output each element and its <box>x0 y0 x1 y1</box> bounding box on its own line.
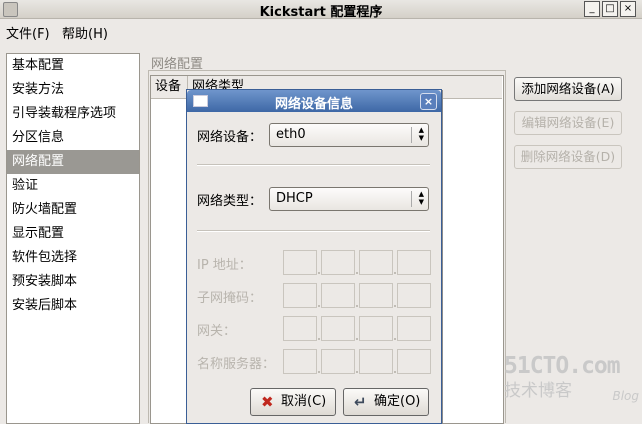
octet-dot <box>356 272 358 274</box>
sidebar-item-packages[interactable]: 软件包选择 <box>7 246 139 270</box>
dialog-close-icon[interactable]: × <box>420 93 437 110</box>
netmask-octet-3[interactable] <box>359 283 393 308</box>
sidebar-item-pre-script[interactable]: 预安装脚本 <box>7 270 139 294</box>
octet-dot <box>318 305 320 307</box>
octet-dot <box>394 272 396 274</box>
sidebar-item-basic[interactable]: 基本配置 <box>7 54 139 78</box>
ip-address-label: IP 地址： <box>197 258 252 273</box>
octet-dot <box>318 272 320 274</box>
combo-separator <box>411 191 412 207</box>
maximize-button[interactable]: □ <box>602 1 618 17</box>
network-type-value: DHCP <box>276 191 313 206</box>
ok-button-label: 确定(O) <box>374 394 421 409</box>
menu-file[interactable]: 文件(F) <box>6 23 50 42</box>
netmask-octet-1[interactable] <box>283 283 317 308</box>
menu-help[interactable]: 帮助(H) <box>62 23 108 42</box>
netmask-label: 子网掩码： <box>197 291 263 306</box>
divider <box>197 230 430 232</box>
ok-button[interactable]: ↵ 确定(O) <box>343 388 429 416</box>
cancel-button[interactable]: ✖ 取消(C) <box>250 388 336 416</box>
octet-dot <box>394 338 396 340</box>
sidebar-item-display[interactable]: 显示配置 <box>7 222 139 246</box>
sidebar-item-install-method[interactable]: 安装方法 <box>7 78 139 102</box>
nameserver-octet-1[interactable] <box>283 349 317 374</box>
device-label: 网络设备： <box>197 130 263 145</box>
combo-separator <box>411 127 412 143</box>
octet-dot <box>356 338 358 340</box>
delete-network-device-button[interactable]: 删除网络设备(D) <box>514 145 622 169</box>
window-title: Kickstart 配置程序 <box>259 5 383 20</box>
gateway-label: 网关： <box>197 324 237 339</box>
gateway-octet-2[interactable] <box>321 316 355 341</box>
ip-octet-1[interactable] <box>283 250 317 275</box>
sidebar-item-bootloader[interactable]: 引导装载程序选项 <box>7 102 139 126</box>
network-device-dialog: 网络设备信息 × 网络设备： eth0 ▲ ▼ 网络类型： DHCP ▲ ▼ IP … <box>186 89 442 424</box>
updown-arrows-icon: ▲ ▼ <box>418 190 424 206</box>
dialog-title: 网络设备信息 <box>274 97 353 112</box>
octet-dot <box>394 371 396 373</box>
device-combobox[interactable]: eth0 ▲ ▼ <box>269 123 429 147</box>
ip-octet-3[interactable] <box>359 250 393 275</box>
octet-dot <box>356 371 358 373</box>
nameserver-octet-3[interactable] <box>359 349 393 374</box>
sidebar-item-partition[interactable]: 分区信息 <box>7 126 139 150</box>
octet-dot <box>318 338 320 340</box>
ok-arrow-icon: ↵ <box>354 393 367 411</box>
sidebar-item-post-script[interactable]: 安装后脚本 <box>7 294 139 318</box>
octet-dot <box>394 305 396 307</box>
sidebar: 基本配置 安装方法 引导装载程序选项 分区信息 网络配置 验证 防火墙配置 显示… <box>6 53 140 424</box>
edit-network-device-button[interactable]: 编辑网络设备(E) <box>514 111 622 135</box>
device-value: eth0 <box>276 127 306 142</box>
nameserver-octet-2[interactable] <box>321 349 355 374</box>
gateway-octet-3[interactable] <box>359 316 393 341</box>
netmask-octet-4[interactable] <box>397 283 431 308</box>
ip-octet-2[interactable] <box>321 250 355 275</box>
minimize-button[interactable]: _ <box>584 1 600 17</box>
dialog-titlebar: 网络设备信息 × <box>187 90 441 112</box>
updown-arrows-icon: ▲ ▼ <box>418 126 424 142</box>
network-type-combobox[interactable]: DHCP ▲ ▼ <box>269 187 429 211</box>
sidebar-item-auth[interactable]: 验证 <box>7 174 139 198</box>
nameserver-octet-4[interactable] <box>397 349 431 374</box>
watermark: 51CTO.com 技术博客 Blog <box>504 353 639 403</box>
sidebar-item-firewall[interactable]: 防火墙配置 <box>7 198 139 222</box>
divider <box>197 164 430 166</box>
close-window-button[interactable]: × <box>620 1 636 17</box>
octet-dot <box>318 371 320 373</box>
column-header-device[interactable]: 设备 <box>151 76 188 99</box>
nameserver-label: 名称服务器： <box>197 357 276 372</box>
network-type-label: 网络类型： <box>197 194 263 209</box>
sidebar-item-network[interactable]: 网络配置 <box>7 150 139 174</box>
cancel-x-icon: ✖ <box>261 393 274 411</box>
window-titlebar: Kickstart 配置程序 _ □ × <box>0 0 642 20</box>
cancel-button-label: 取消(C) <box>281 394 327 409</box>
gateway-octet-1[interactable] <box>283 316 317 341</box>
octet-dot <box>356 305 358 307</box>
add-network-device-button[interactable]: 添加网络设备(A) <box>514 77 622 101</box>
watermark-blog: Blog <box>612 389 639 403</box>
ip-octet-4[interactable] <box>397 250 431 275</box>
netmask-octet-2[interactable] <box>321 283 355 308</box>
menu-bar: 文件(F) 帮助(H) <box>0 19 642 43</box>
gateway-octet-4[interactable] <box>397 316 431 341</box>
